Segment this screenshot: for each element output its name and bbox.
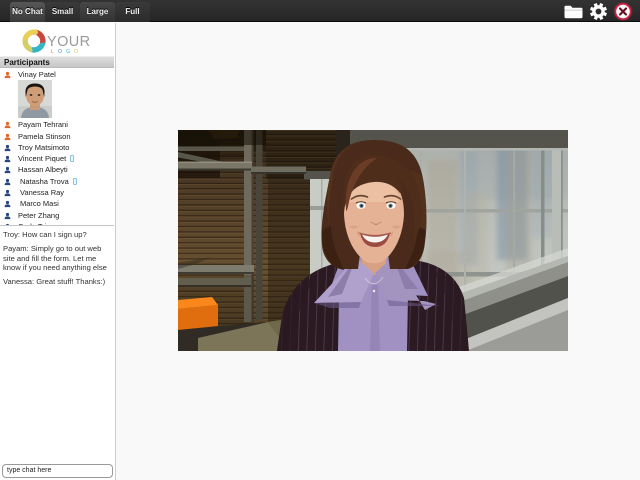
svg-text:LOGO: LOGO	[51, 49, 82, 55]
svg-text:YOUR: YOUR	[47, 34, 91, 50]
